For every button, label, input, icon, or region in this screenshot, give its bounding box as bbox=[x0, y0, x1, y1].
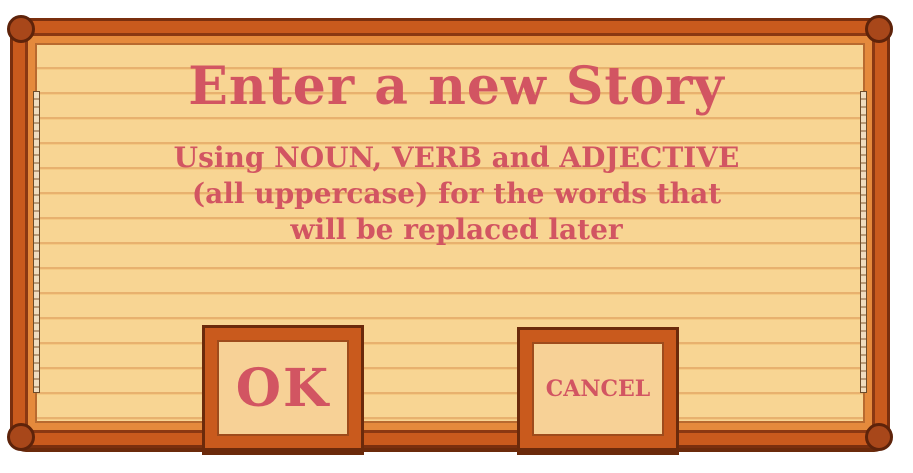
rope-right bbox=[860, 91, 867, 393]
instruction-line-3: will be replaced later bbox=[290, 213, 623, 246]
ok-button-label: OK bbox=[235, 357, 331, 419]
instruction-line-2: (all uppercase) for the words that bbox=[191, 177, 722, 210]
corner-knot-icon bbox=[7, 15, 35, 43]
ok-button-face[interactable]: OK bbox=[217, 340, 349, 436]
cancel-button-label: CANCEL bbox=[545, 376, 651, 402]
cancel-button[interactable]: CANCEL bbox=[517, 327, 679, 451]
corner-knot-icon bbox=[865, 15, 893, 43]
dialog-title: Enter a new Story bbox=[188, 56, 725, 117]
instruction-line-1: Using NOUN, VERB and ADJECTIVE bbox=[173, 141, 740, 174]
cancel-button-face[interactable]: CANCEL bbox=[532, 342, 664, 436]
ok-button[interactable]: OK bbox=[202, 325, 364, 451]
rope-left bbox=[33, 91, 40, 393]
corner-knot-icon bbox=[7, 423, 35, 451]
corner-knot-icon bbox=[865, 423, 893, 451]
